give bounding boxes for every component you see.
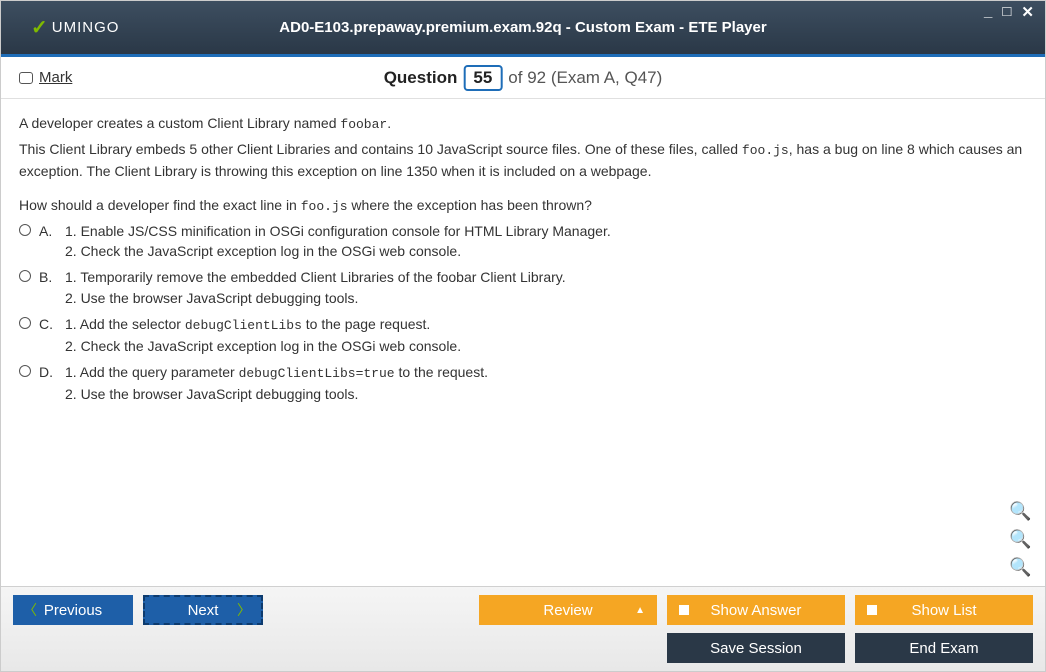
search-icon[interactable]: 🔍 <box>1009 498 1031 520</box>
maximize-icon[interactable]: □ <box>999 3 1014 21</box>
chevron-right-icon: 〉 <box>237 600 251 620</box>
radio-icon[interactable] <box>19 365 31 377</box>
minimize-icon[interactable]: _ <box>981 3 995 21</box>
option-body: 1. Add the selector debugClientLibs to t… <box>65 314 1027 356</box>
option-label: D. <box>39 362 57 382</box>
option-b[interactable]: B. 1. Temporarily remove the embedded Cl… <box>19 267 1027 308</box>
show-answer-button[interactable]: Show Answer <box>667 595 845 625</box>
option-label: A. <box>39 221 57 241</box>
question-of: of 92 (Exam A, Q47) <box>508 68 662 88</box>
mark-label: Mark <box>39 69 72 86</box>
option-a[interactable]: A. 1. Enable JS/CSS minification in OSGi… <box>19 221 1027 262</box>
option-body: 1. Temporarily remove the embedded Clien… <box>65 267 1027 308</box>
option-d[interactable]: D. 1. Add the query parameter debugClien… <box>19 362 1027 404</box>
radio-icon[interactable] <box>19 224 31 236</box>
show-list-button[interactable]: Show List <box>855 595 1033 625</box>
next-button[interactable]: Next 〉 <box>143 595 263 625</box>
window-controls: _ □ ✕ <box>981 3 1037 21</box>
end-exam-button[interactable]: End Exam <box>855 633 1033 663</box>
mark-checkbox[interactable]: Mark <box>19 69 72 86</box>
option-label: B. <box>39 267 57 287</box>
options-list: A. 1. Enable JS/CSS minification in OSGi… <box>19 221 1027 404</box>
window-title: AD0-E103.prepaway.premium.exam.92q - Cus… <box>279 19 766 36</box>
zoom-in-icon[interactable]: 🔍 <box>1009 526 1031 548</box>
option-body: 1. Enable JS/CSS minification in OSGi co… <box>65 221 1027 262</box>
close-icon[interactable]: ✕ <box>1018 3 1037 21</box>
zoom-tools: 🔍 🔍 🔍 <box>1009 498 1031 576</box>
question-word: Question <box>384 68 458 88</box>
triangle-up-icon: ▲ <box>635 605 645 616</box>
question-header: Mark Question 55 of 92 (Exam A, Q47) <box>1 57 1045 99</box>
chevron-left-icon: 〈 <box>23 600 37 620</box>
save-session-button[interactable]: Save Session <box>667 633 845 663</box>
radio-icon[interactable] <box>19 270 31 282</box>
radio-icon[interactable] <box>19 317 31 329</box>
option-label: C. <box>39 314 57 334</box>
review-button[interactable]: Review ▲ <box>479 595 657 625</box>
zoom-out-icon[interactable]: 🔍 <box>1009 554 1031 576</box>
checkbox-icon[interactable] <box>19 72 33 84</box>
option-body: 1. Add the query parameter debugClientLi… <box>65 362 1027 404</box>
content-area: A developer creates a custom Client Libr… <box>1 99 1045 586</box>
title-bar: ✓ UMINGO AD0-E103.prepaway.premium.exam.… <box>1 1 1045 57</box>
square-icon <box>867 605 877 615</box>
logo-text: UMINGO <box>52 19 120 36</box>
option-c[interactable]: C. 1. Add the selector debugClientLibs t… <box>19 314 1027 356</box>
logo: ✓ UMINGO <box>31 15 119 40</box>
question-info: Question 55 of 92 (Exam A, Q47) <box>384 65 663 91</box>
question-text: A developer creates a custom Client Libr… <box>19 113 1027 217</box>
check-icon: ✓ <box>31 15 48 40</box>
square-icon <box>679 605 689 615</box>
footer: 〈 Previous Next 〉 Review ▲ Show Answer S… <box>1 586 1045 671</box>
previous-button[interactable]: 〈 Previous <box>13 595 133 625</box>
question-number: 55 <box>463 65 502 91</box>
